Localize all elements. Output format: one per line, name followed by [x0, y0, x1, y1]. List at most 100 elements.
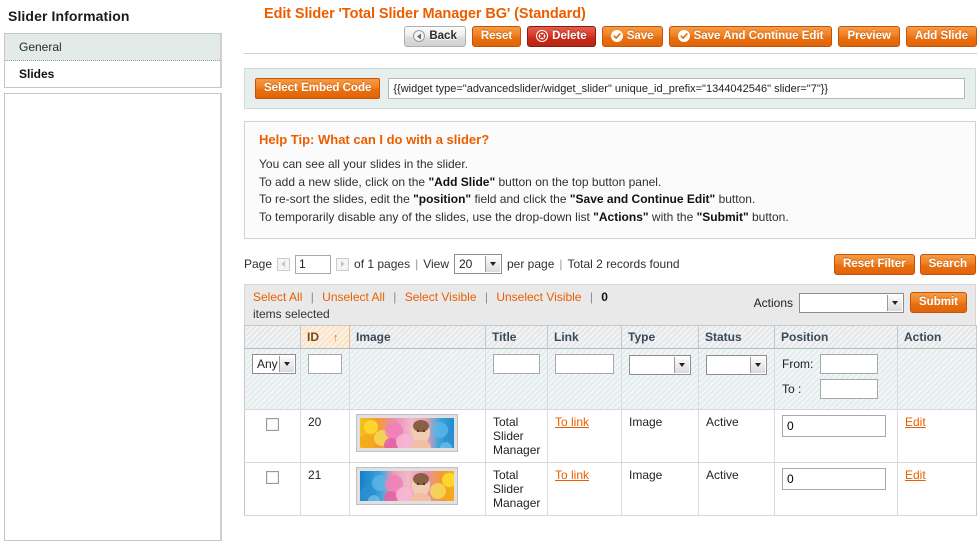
filter-position-from-group: From: — [782, 354, 890, 374]
search-button[interactable]: Search — [919, 253, 976, 275]
massaction-bar: Select All | Unselect All | Select Visib… — [244, 284, 976, 325]
grid-header-image-label: Image — [356, 330, 391, 344]
table-row[interactable]: 21 Total Slider Manager To link Image Ac… — [244, 462, 977, 516]
help-tip-panel: Help Tip: What can I do with a slider? Y… — [244, 121, 976, 239]
help-tip-line: To add a new slide, click on the "Add Sl… — [259, 174, 662, 189]
row-id-cell: 21 — [300, 462, 350, 516]
back-button-label: Back — [429, 30, 457, 42]
selected-count: 0 — [601, 290, 608, 304]
filter-title-input[interactable] — [493, 354, 540, 374]
sidebar-empty-panel — [4, 93, 222, 541]
search-button-label: Search — [928, 257, 967, 270]
filter-id-input[interactable] — [308, 354, 342, 374]
filter-link-input[interactable] — [555, 354, 614, 374]
chevron-down-icon — [887, 294, 903, 311]
page-prev-button[interactable] — [277, 257, 291, 271]
grid-header-title[interactable]: Title — [485, 325, 548, 349]
back-button[interactable]: Back — [404, 26, 466, 47]
grid-header-status-label: Status — [705, 330, 742, 344]
grid-pager: Page of 1 pages | View 20 per page | Tot… — [244, 253, 976, 275]
row-checkbox[interactable] — [266, 418, 279, 431]
chevron-down-icon — [485, 256, 500, 272]
edit-link[interactable]: Edit — [905, 415, 926, 429]
row-link-cell: To link — [547, 462, 622, 516]
grid-header-id[interactable]: ID ↑ — [300, 325, 350, 349]
filter-cell-title — [485, 348, 548, 410]
actions-select[interactable] — [799, 292, 905, 313]
unselect-all-link[interactable]: Unselect All — [322, 290, 385, 304]
filter-checkbox-select[interactable]: Any — [252, 354, 296, 374]
chevron-down-icon — [279, 356, 294, 372]
massaction-separator: | — [589, 290, 593, 304]
select-embed-code-button[interactable]: Select Embed Code — [255, 78, 381, 99]
reset-filter-button[interactable]: Reset Filter — [834, 253, 915, 275]
row-position-input[interactable] — [782, 468, 886, 490]
sort-asc-icon: ↑ — [333, 332, 339, 344]
page-input[interactable] — [295, 254, 332, 274]
row-status-cell: Active — [698, 462, 775, 516]
grid-header-id-label: ID — [307, 330, 319, 344]
view-label: View — [423, 257, 449, 271]
grid-header-title-label: Title — [492, 330, 517, 344]
to-link-link[interactable]: To link — [555, 468, 589, 482]
row-image-cell — [349, 462, 486, 516]
select-all-link[interactable]: Select All — [253, 290, 302, 304]
massaction-separator: | — [310, 290, 314, 304]
filter-cell-type — [621, 348, 699, 410]
preview-button[interactable]: Preview — [838, 26, 900, 47]
edit-link[interactable]: Edit — [905, 468, 926, 482]
row-title-cell: Total Slider Manager — [485, 462, 548, 516]
row-title-cell: Total Slider Manager — [485, 409, 548, 463]
grid-header-type[interactable]: Type — [621, 325, 699, 349]
filter-cell-checkbox: Any — [244, 348, 301, 410]
sidebar-item-general[interactable]: General — [5, 34, 220, 61]
filter-status-select[interactable] — [706, 355, 767, 375]
admin-page: Slider Information General Slides Edit S… — [0, 0, 980, 548]
check-circle-icon — [610, 30, 623, 42]
add-slide-button[interactable]: Add Slide — [905, 26, 977, 47]
total-records-label: Total 2 records found — [567, 257, 680, 271]
filter-position-from-label: From: — [782, 357, 814, 371]
row-checkbox[interactable] — [266, 471, 279, 484]
page-next-button[interactable] — [336, 257, 350, 271]
massaction-separator: | — [484, 290, 488, 304]
grid-header-image[interactable]: Image — [349, 325, 486, 349]
reset-button[interactable]: Reset — [471, 26, 522, 47]
pager-separator: | — [559, 257, 563, 271]
grid-header-position[interactable]: Position — [774, 325, 898, 349]
row-position-input[interactable] — [782, 415, 886, 437]
save-button[interactable]: Save — [601, 26, 663, 47]
sidebar-item-slides[interactable]: Slides — [5, 61, 220, 87]
to-link-link[interactable]: To link — [555, 415, 589, 429]
delete-button[interactable]: Delete — [527, 26, 596, 47]
embed-code-input[interactable] — [388, 78, 965, 99]
row-checkbox-cell — [244, 462, 301, 516]
massaction-separator: | — [393, 290, 397, 304]
grid-header-link[interactable]: Link — [547, 325, 622, 349]
filter-position-to-label: To : — [782, 382, 802, 396]
grid-header-type-label: Type — [628, 330, 656, 344]
per-page-select[interactable]: 20 — [454, 254, 502, 274]
row-status-cell: Active — [698, 409, 775, 463]
submit-button[interactable]: Submit — [910, 292, 967, 313]
save-and-continue-edit-button[interactable]: Save And Continue Edit — [668, 26, 833, 47]
filter-cell-image — [349, 348, 486, 410]
grid-header-status[interactable]: Status — [698, 325, 775, 349]
unselect-visible-link[interactable]: Unselect Visible — [496, 290, 581, 304]
per-page-select-value: 20 — [459, 257, 473, 271]
filter-position-to-input[interactable] — [820, 379, 878, 399]
add-slide-button-label: Add Slide — [914, 30, 968, 42]
filter-position-from-input[interactable] — [820, 354, 878, 374]
filter-cell-position: From: To : — [774, 348, 898, 410]
row-action-cell: Edit — [897, 462, 977, 516]
select-visible-link[interactable]: Select Visible — [405, 290, 477, 304]
filter-position-to-group: To : — [782, 379, 890, 399]
table-row[interactable]: 20 Total Slider Manager To link Image Ac… — [244, 409, 977, 463]
row-type-cell: Image — [621, 462, 699, 516]
row-action-cell: Edit — [897, 409, 977, 463]
per-page-label: per page — [507, 257, 555, 271]
grid-header-row: ID ↑ Image Title Link Type Status Positio… — [244, 325, 977, 349]
reset-filter-label: Reset Filter — [843, 257, 906, 270]
filter-type-select[interactable] — [629, 355, 691, 375]
slide-thumbnail-icon — [356, 414, 458, 452]
